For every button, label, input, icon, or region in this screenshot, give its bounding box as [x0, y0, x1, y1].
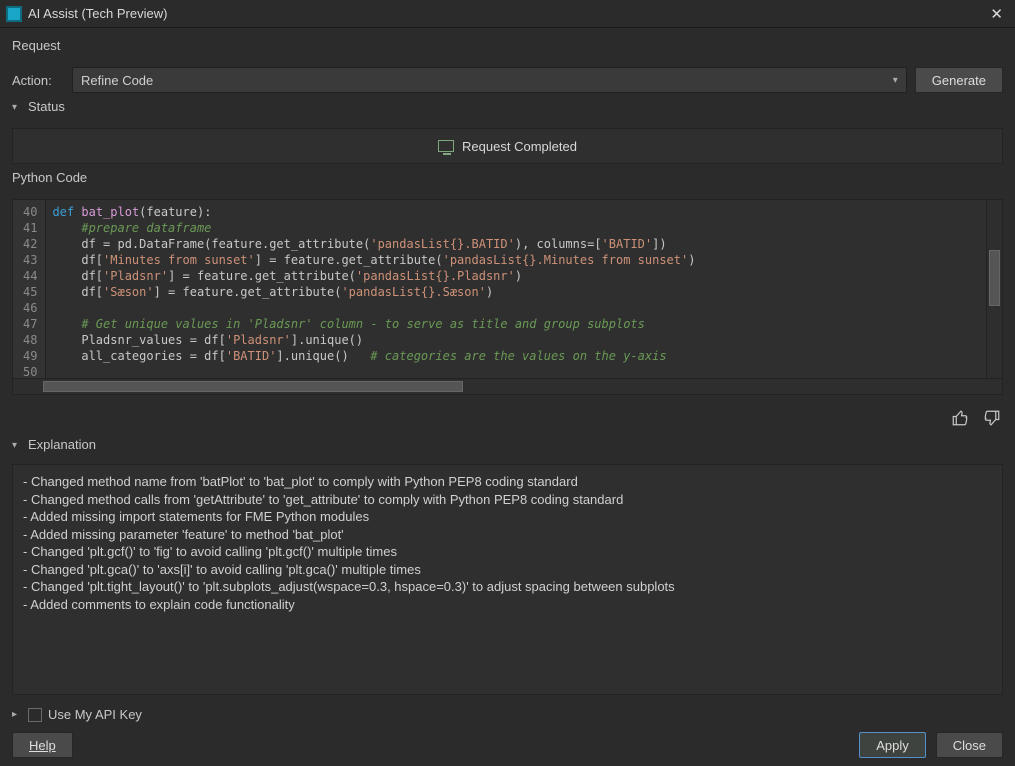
help-button[interactable]: Help — [12, 732, 73, 758]
action-select[interactable]: Refine Code ▾ — [72, 67, 907, 93]
apply-button[interactable]: Apply — [859, 732, 926, 758]
generate-button[interactable]: Generate — [915, 67, 1003, 93]
chevron-right-icon: ▸ — [12, 709, 22, 720]
status-box: Request Completed — [12, 128, 1003, 164]
horizontal-scrollbar[interactable] — [13, 378, 1002, 394]
horizontal-scroll-thumb[interactable] — [43, 381, 463, 392]
action-selected-value: Refine Code — [81, 73, 153, 88]
line-number-gutter: 40414243444546474849505152 — [13, 200, 46, 378]
api-key-row[interactable]: ▸ Use My API Key — [12, 707, 1003, 722]
request-section-label: Request — [12, 38, 1003, 53]
monitor-icon — [438, 140, 454, 152]
status-header[interactable]: ▾ Status — [12, 99, 1003, 116]
thumbs-down-icon[interactable] — [981, 407, 1003, 429]
titlebar: AI Assist (Tech Preview) ✕ — [0, 0, 1015, 28]
app-icon — [6, 6, 22, 22]
chevron-down-icon: ▾ — [12, 102, 22, 113]
close-button[interactable]: Close — [936, 732, 1003, 758]
code-editor[interactable]: 40414243444546474849505152 def bat_plot(… — [12, 199, 1003, 395]
window-title: AI Assist (Tech Preview) — [28, 6, 167, 21]
explanation-box: - Changed method name from 'batPlot' to … — [12, 464, 1003, 695]
vertical-scroll-thumb[interactable] — [989, 250, 1000, 306]
action-label: Action: — [12, 73, 64, 88]
status-section-label: Status — [28, 99, 65, 114]
chevron-down-icon: ▾ — [12, 440, 22, 451]
action-row: Action: Refine Code ▾ Generate — [12, 67, 1003, 93]
code-content[interactable]: def bat_plot(feature): #prepare datafram… — [46, 200, 986, 378]
explanation-header[interactable]: ▾ Explanation — [12, 437, 1003, 454]
thumbs-up-icon[interactable] — [949, 407, 971, 429]
feedback-row — [12, 407, 1003, 429]
api-key-checkbox[interactable] — [28, 708, 42, 722]
chevron-down-icon: ▾ — [893, 75, 898, 86]
status-message: Request Completed — [462, 139, 577, 154]
vertical-scrollbar[interactable] — [986, 200, 1002, 378]
explanation-section-label: Explanation — [28, 437, 96, 452]
api-key-label: Use My API Key — [48, 707, 142, 722]
close-icon[interactable]: ✕ — [984, 3, 1009, 25]
python-section-label: Python Code — [12, 170, 1003, 185]
